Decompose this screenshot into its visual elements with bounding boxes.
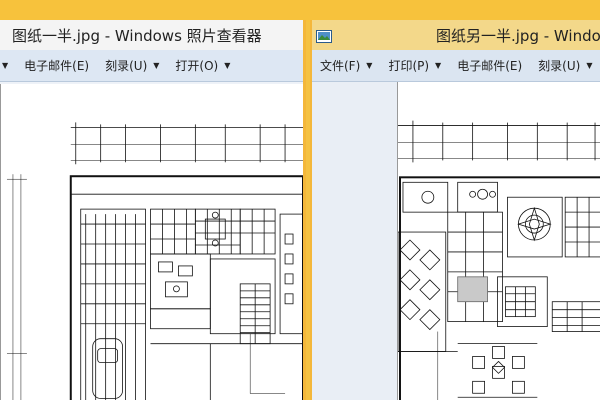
floor-plan-image (397, 82, 600, 400)
menu-print[interactable]: 打印(P) ▼ (380, 54, 449, 78)
image-viewport[interactable] (312, 82, 600, 400)
floor-plan-drawing (6, 122, 303, 400)
photo-viewer-window-right[interactable]: 图纸另一半.jpg - Windows 文件(F) ▼ 打印(P) ▼ 电子邮件… (310, 20, 600, 400)
menu-burn[interactable]: 刻录(U) ▼ (97, 54, 167, 78)
menu-label: 电子邮件(E) (24, 59, 90, 73)
photo-viewer-window-left[interactable]: 图纸一半.jpg - Windows 照片查看器 ▼ 电子邮件(E) 刻录(U)… (0, 20, 306, 400)
menu-label: 刻录(U) (105, 59, 148, 73)
title-bar[interactable]: 图纸一半.jpg - Windows 照片查看器 (0, 20, 303, 50)
photo-viewer-icon (316, 29, 332, 43)
image-viewport[interactable] (0, 82, 303, 400)
desktop-background (0, 0, 600, 22)
menu-bar: ▼ 电子邮件(E) 刻录(U) ▼ 打开(O) ▼ (0, 50, 303, 82)
menu-open[interactable]: 打开(O) ▼ (167, 54, 238, 78)
menu-leading-caret[interactable]: ▼ (0, 54, 16, 78)
window-title: 图纸另一半.jpg - Windows (436, 26, 600, 45)
menu-bar: 文件(F) ▼ 打印(P) ▼ 电子邮件(E) 刻录(U) ▼ (312, 50, 600, 82)
window-title: 图纸一半.jpg - Windows 照片查看器 (12, 26, 262, 45)
floor-plan-drawing (398, 120, 600, 400)
menu-burn[interactable]: 刻录(U) ▼ (530, 54, 600, 78)
title-bar[interactable]: 图纸另一半.jpg - Windows (312, 20, 600, 50)
menu-label: 打开(O) (175, 59, 219, 73)
caret-down-icon: ▼ (153, 61, 160, 70)
menu-label: 打印(P) (388, 59, 430, 73)
caret-down-icon: ▼ (586, 61, 593, 70)
menu-label: 刻录(U) (538, 59, 581, 73)
caret-down-icon: ▼ (435, 61, 442, 70)
menu-file[interactable]: 文件(F) ▼ (312, 54, 380, 78)
caret-down-icon: ▼ (224, 61, 231, 70)
menu-email[interactable]: 电子邮件(E) (449, 54, 530, 78)
caret-down-icon: ▼ (366, 61, 373, 70)
menu-email[interactable]: 电子邮件(E) (16, 54, 97, 78)
caret-down-icon: ▼ (2, 61, 9, 70)
floor-plan-image (0, 84, 303, 400)
menu-label: 电子邮件(E) (457, 59, 523, 73)
menu-label: 文件(F) (320, 59, 361, 73)
